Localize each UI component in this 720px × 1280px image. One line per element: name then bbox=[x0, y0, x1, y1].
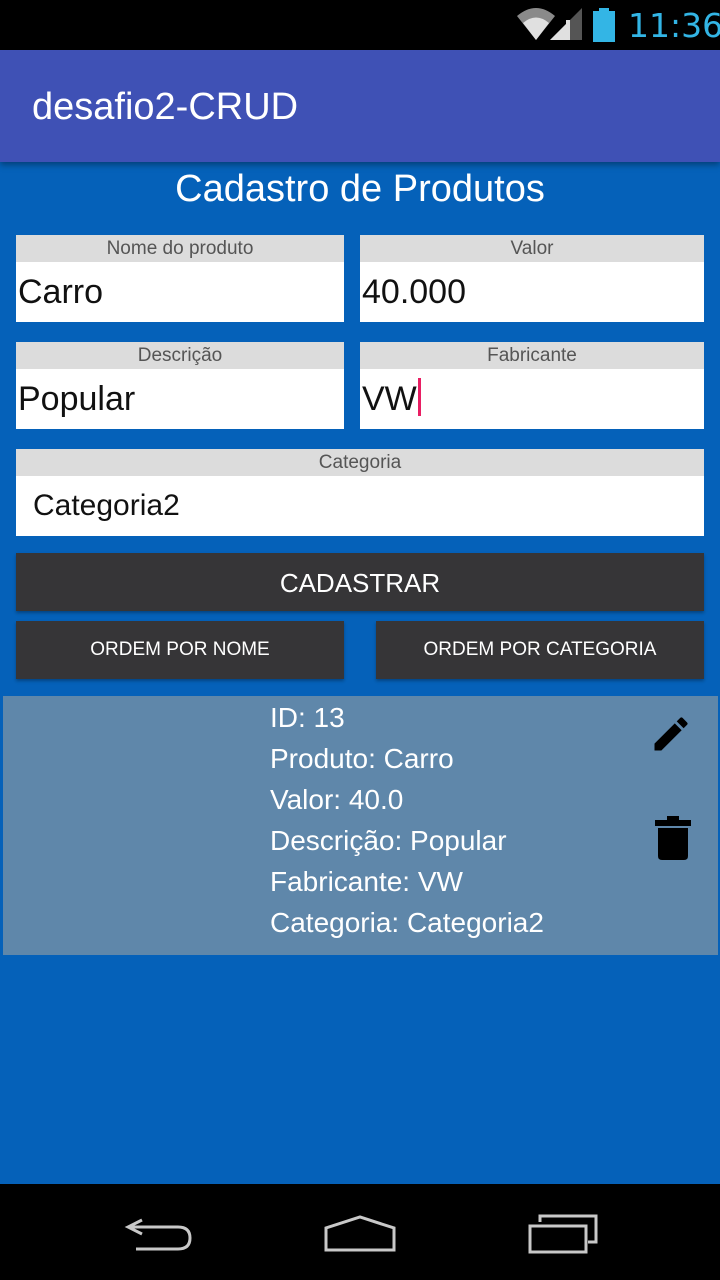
ordem-por-categoria-button[interactable]: ORDEM POR CATEGORIA bbox=[376, 621, 704, 679]
fabricante-value: VW bbox=[362, 380, 417, 418]
product-category: Categoria: Categoria2 bbox=[270, 907, 544, 938]
descricao-field[interactable]: Descrição Popular bbox=[16, 342, 344, 429]
ordem-por-nome-button[interactable]: ORDEM POR NOME bbox=[16, 621, 344, 679]
nav-bar bbox=[0, 1184, 720, 1280]
recent-apps-icon[interactable] bbox=[526, 1212, 602, 1261]
valor-label: Valor bbox=[360, 235, 704, 262]
categoria-label: Categoria bbox=[16, 449, 704, 476]
back-icon[interactable] bbox=[124, 1214, 196, 1259]
battery-icon bbox=[592, 8, 616, 47]
edit-icon[interactable] bbox=[649, 712, 693, 761]
fabricante-label: Fabricante bbox=[360, 342, 704, 369]
delete-icon[interactable] bbox=[655, 816, 691, 865]
nome-input[interactable]: Carro bbox=[16, 262, 344, 322]
status-bar: 11:36 bbox=[0, 0, 720, 50]
product-list-item[interactable]: ID: 13 Produto: Carro Valor: 40.0 Descri… bbox=[3, 696, 718, 955]
fabricante-input[interactable]: VW bbox=[360, 369, 704, 429]
product-manufacturer: Fabricante: VW bbox=[270, 866, 463, 897]
clock: 11:36 bbox=[628, 6, 720, 45]
signal-icon bbox=[548, 6, 584, 47]
product-details: ID: 13 Produto: Carro Valor: 40.0 Descri… bbox=[270, 696, 544, 942]
descricao-label: Descrição bbox=[16, 342, 344, 369]
valor-input[interactable]: 40.000 bbox=[360, 262, 704, 322]
cadastrar-button[interactable]: CADASTRAR bbox=[16, 553, 704, 611]
categoria-select[interactable]: Categoria2 bbox=[16, 476, 704, 536]
app-bar: desafio2-CRUD bbox=[0, 50, 720, 162]
nome-field[interactable]: Nome do produto Carro bbox=[16, 235, 344, 322]
home-icon[interactable] bbox=[322, 1214, 398, 1259]
descricao-input[interactable]: Popular bbox=[16, 369, 344, 429]
nome-label: Nome do produto bbox=[16, 235, 344, 262]
product-name: Produto: Carro bbox=[270, 743, 454, 774]
categoria-field[interactable]: Categoria Categoria2 bbox=[16, 449, 704, 536]
product-value: Valor: 40.0 bbox=[270, 784, 404, 815]
text-cursor bbox=[417, 378, 421, 416]
product-description: Descrição: Popular bbox=[270, 825, 507, 856]
product-id: ID: 13 bbox=[270, 702, 345, 733]
fabricante-field[interactable]: Fabricante VW bbox=[360, 342, 704, 429]
valor-field[interactable]: Valor 40.000 bbox=[360, 235, 704, 322]
app-title: desafio2-CRUD bbox=[32, 86, 299, 128]
page-title: Cadastro de Produtos bbox=[175, 168, 545, 210]
